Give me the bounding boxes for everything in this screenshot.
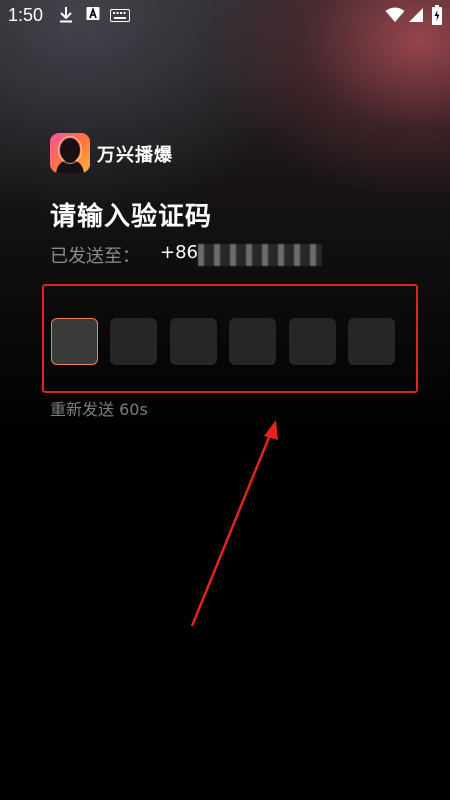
code-digit-3[interactable] xyxy=(170,318,217,365)
status-bar: 1:50 xyxy=(0,0,450,32)
status-time: 1:50 xyxy=(8,5,44,25)
battery-charging-icon xyxy=(432,5,442,25)
code-digit-4[interactable] xyxy=(229,318,276,365)
app-name: 万兴播爆 xyxy=(97,145,173,166)
code-digit-5[interactable] xyxy=(289,318,336,365)
page-title: 请输入验证码 xyxy=(50,202,213,232)
code-digit-2[interactable] xyxy=(110,318,157,365)
code-digit-6[interactable] xyxy=(348,318,395,365)
keyboard-icon xyxy=(110,9,130,22)
phone-number: +86 xyxy=(160,242,198,263)
a-icon xyxy=(86,7,100,20)
code-digit-1[interactable] xyxy=(51,318,98,365)
resend-countdown[interactable]: 重新发送 60s xyxy=(50,396,148,420)
phone-number-mask xyxy=(198,244,322,266)
cell-signal-icon xyxy=(409,8,423,22)
sent-to-label: 已发送至： xyxy=(50,246,140,267)
app-logo-icon xyxy=(50,133,90,173)
download-icon xyxy=(60,7,72,23)
wifi-icon xyxy=(385,7,405,22)
